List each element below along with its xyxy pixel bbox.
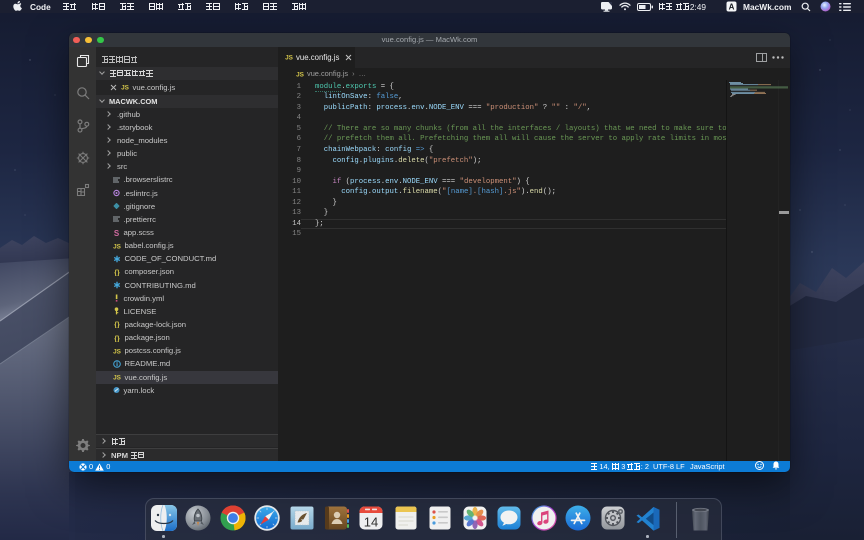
svg-text:14: 14 [364, 515, 378, 530]
svg-text:{}: {} [114, 335, 120, 341]
svg-text:JS: JS [113, 375, 121, 381]
svg-text:JS: JS [113, 348, 121, 354]
svg-text:A: A [729, 2, 735, 11]
svg-text:{}: {} [114, 270, 120, 276]
svg-text:JS: JS [113, 243, 121, 249]
svg-text:JS: JS [285, 55, 293, 61]
svg-text:JS: JS [296, 71, 304, 77]
svg-text:S: S [114, 229, 120, 237]
svg-text:JS: JS [121, 85, 129, 91]
svg-text:{}: {} [114, 322, 120, 328]
